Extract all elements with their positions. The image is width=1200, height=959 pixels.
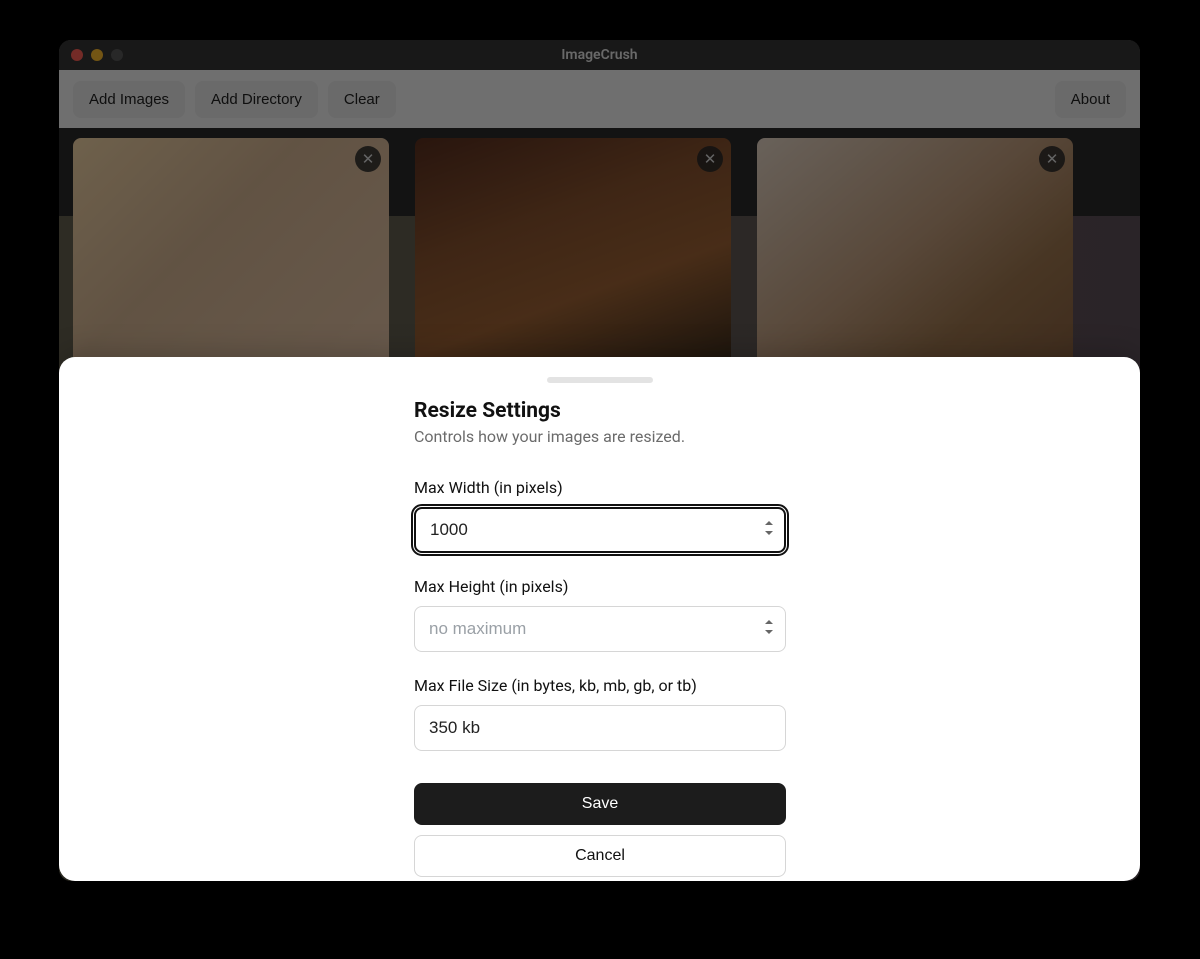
max-height-label: Max Height (in pixels) xyxy=(414,577,786,596)
max-filesize-input[interactable] xyxy=(414,705,786,751)
about-button[interactable]: About xyxy=(1055,81,1126,118)
cancel-button[interactable]: Cancel xyxy=(414,835,786,877)
image-card[interactable]: ✕ xyxy=(73,138,389,388)
close-icon: ✕ xyxy=(1046,150,1059,168)
max-filesize-group: Max File Size (in bytes, kb, mb, gb, or … xyxy=(414,676,786,751)
add-directory-button[interactable]: Add Directory xyxy=(195,81,318,118)
window-maximize-button[interactable] xyxy=(111,49,123,61)
remove-image-button[interactable]: ✕ xyxy=(355,146,381,172)
save-button[interactable]: Save xyxy=(414,783,786,825)
resize-settings-modal: Resize Settings Controls how your images… xyxy=(59,357,1140,881)
close-icon: ✕ xyxy=(704,150,717,168)
modal-content: Resize Settings Controls how your images… xyxy=(414,399,786,887)
max-width-group: Max Width (in pixels) xyxy=(414,478,786,553)
max-width-input[interactable] xyxy=(414,507,786,553)
window-minimize-button[interactable] xyxy=(91,49,103,61)
toolbar: Add Images Add Directory Clear About xyxy=(59,70,1140,128)
clear-button[interactable]: Clear xyxy=(328,81,396,118)
titlebar: ImageCrush xyxy=(59,40,1140,70)
max-width-label: Max Width (in pixels) xyxy=(414,478,786,497)
max-height-input[interactable] xyxy=(414,606,786,652)
app-title: ImageCrush xyxy=(561,47,637,63)
max-filesize-label: Max File Size (in bytes, kb, mb, gb, or … xyxy=(414,676,786,695)
modal-title: Resize Settings xyxy=(414,399,786,423)
add-images-button[interactable]: Add Images xyxy=(73,81,185,118)
window-controls xyxy=(71,49,123,61)
max-height-group: Max Height (in pixels) xyxy=(414,577,786,652)
window-close-button[interactable] xyxy=(71,49,83,61)
image-card[interactable]: ✕ xyxy=(757,138,1073,388)
sheet-drag-handle[interactable] xyxy=(547,377,653,383)
remove-image-button[interactable]: ✕ xyxy=(697,146,723,172)
remove-image-button[interactable]: ✕ xyxy=(1039,146,1065,172)
modal-buttons: Save Cancel xyxy=(414,783,786,887)
close-icon: ✕ xyxy=(362,150,375,168)
modal-subtitle: Controls how your images are resized. xyxy=(414,427,786,446)
image-card[interactable]: ✕ xyxy=(415,138,731,388)
